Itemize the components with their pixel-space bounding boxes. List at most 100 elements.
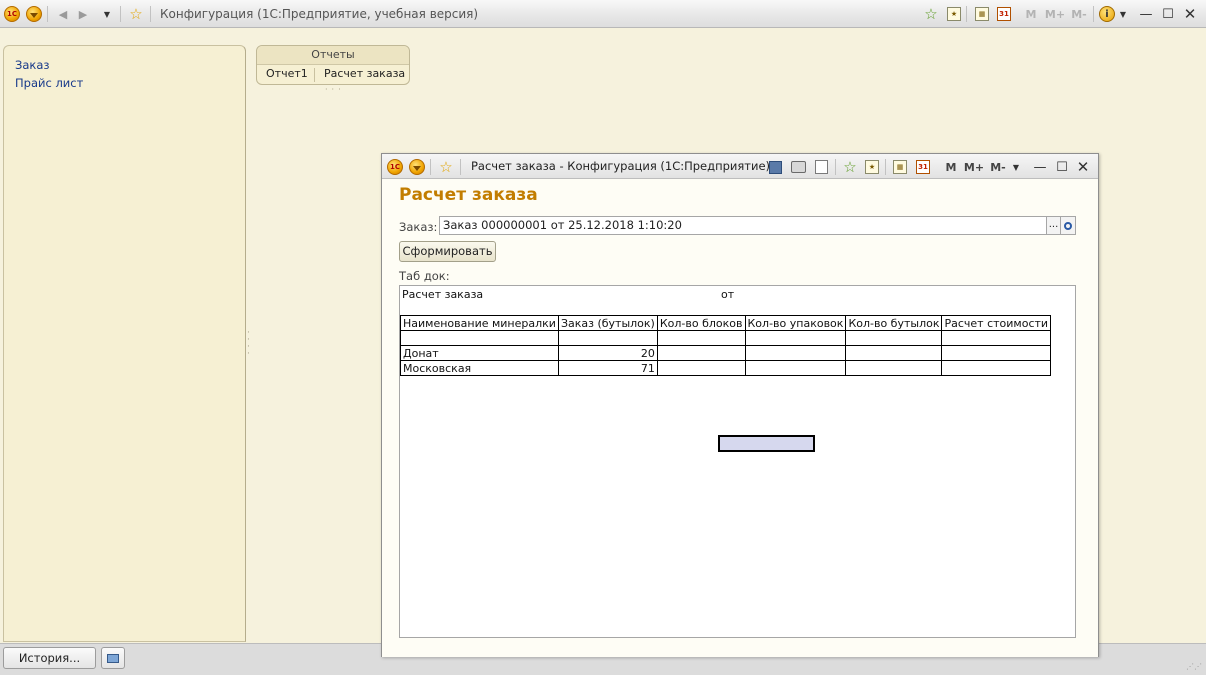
child-minimize-button[interactable]: — [1031,158,1049,176]
spreadsheet-label: Таб док: [399,269,450,283]
report-form: Расчет заказа Заказ: Заказ 000000001 от … [382,179,1098,657]
forward-arrow-icon: ▶ [78,7,88,21]
child-memory-m-button[interactable]: M [942,158,960,176]
child-memory-plus-button[interactable]: M+ [963,158,985,176]
toolbar-separator [150,6,151,22]
maximize-button[interactable]: ☐ [1159,5,1177,23]
close-button[interactable]: ✕ [1181,5,1199,23]
report-link-report1[interactable]: Отчет1 [266,67,308,80]
toolbar-separator [460,159,461,175]
print-button[interactable] [789,158,807,176]
sidebar-item-price-list[interactable]: Прайс лист [15,76,83,90]
column-header[interactable]: Заказ (бутылок) [557,315,658,331]
toolbar-separator [885,159,886,175]
table-cell[interactable] [400,330,559,346]
table-cell[interactable]: Донат [400,345,559,361]
child-close-button[interactable]: ✕ [1074,158,1092,176]
panel-splitter[interactable]: · · · · [247,329,250,359]
table-cell[interactable] [656,345,746,361]
table-cell[interactable] [941,345,1052,361]
report-link-order-calc[interactable]: Расчет заказа [324,67,405,80]
report-from-label: от [721,288,735,301]
column-header[interactable]: Расчет стоимости [941,315,1052,331]
memory-m-button[interactable]: M [1022,5,1040,23]
sections-panel: Заказ Прайс лист [3,45,246,642]
column-header[interactable]: Кол-во блоков [656,315,746,331]
toolbar-separator [120,6,121,22]
favorites-button[interactable]: ☆ [127,5,145,23]
info-button[interactable]: i [1098,5,1116,23]
child-menu-button[interactable] [408,158,426,176]
table-cell[interactable] [941,360,1052,376]
forward-button[interactable]: ▶ [74,5,92,23]
child-logo-icon[interactable]: 1С [386,158,404,176]
history-button[interactable]: История... [3,647,96,669]
add-favorite-button[interactable]: ☆ [922,5,940,23]
generate-button[interactable]: Сформировать [399,241,496,262]
favorites-list-button[interactable]: ★ [945,5,963,23]
history-dropdown-button[interactable]: ▼ [98,5,116,23]
table-row: Донат 20 [400,345,1052,361]
star-icon: ☆ [439,157,453,176]
chevron-down-icon: ▼ [1012,162,1020,172]
child-add-favorite-button[interactable]: ☆ [841,158,859,176]
table-cell[interactable]: 71 [557,360,658,376]
table-cell[interactable] [744,360,847,376]
spreadsheet-document[interactable]: Расчет заказа от Наименование минералки … [399,285,1076,638]
minimize-button[interactable]: — [1137,5,1155,23]
search-icon [1064,221,1072,230]
order-input[interactable]: Заказ 000000001 от 25.12.2018 1:10:20 [439,216,1047,235]
table-cell[interactable] [744,330,847,346]
table-cell[interactable] [744,345,847,361]
print-icon [790,161,806,173]
table-cell[interactable]: Московская [400,360,559,376]
chevron-down-icon: ▼ [1119,9,1127,19]
window-title: Конфигурация (1С:Предприятие, учебная ве… [160,7,479,21]
save-button[interactable] [766,158,784,176]
app-logo-icon[interactable]: 1С [3,5,21,23]
table-cell[interactable] [656,330,746,346]
table-cell[interactable] [941,330,1052,346]
table-cell[interactable]: 20 [557,345,658,361]
table-cell[interactable] [845,360,943,376]
back-arrow-icon: ◀ [58,7,68,21]
table-cell[interactable] [557,330,658,346]
preview-icon [814,160,828,174]
column-header[interactable]: Кол-во бутылок [845,315,943,331]
save-icon [768,160,782,174]
child-favorites-button[interactable]: ☆ [437,158,455,176]
table-cell[interactable] [845,330,943,346]
memory-plus-button[interactable]: M+ [1044,5,1066,23]
calculator-icon: ▦ [893,160,907,174]
child-more-dropdown-button[interactable]: ▼ [1010,158,1022,176]
table-row: Московская 71 [400,360,1052,376]
menu-dropdown-icon [26,6,42,22]
calendar-button[interactable]: 31 [995,5,1013,23]
selected-cell[interactable] [718,435,815,452]
column-header[interactable]: Наименование минералки [400,315,559,331]
resize-grip-icon[interactable]: ⋰⋰ [1186,662,1202,671]
calculator-button[interactable]: ▦ [973,5,991,23]
order-select-button[interactable]: ... [1046,216,1061,235]
child-favorites-list-button[interactable]: ★ [863,158,881,176]
star-arrow-icon: ☆ [843,157,857,176]
column-header[interactable]: Кол-во упаковок [744,315,847,331]
info-dropdown-button[interactable]: ▼ [1117,5,1129,23]
child-memory-minus-button[interactable]: M- [987,158,1009,176]
memory-minus-button[interactable]: M- [1068,5,1090,23]
chevron-down-icon: ▼ [103,9,111,19]
child-calculator-button[interactable]: ▦ [891,158,909,176]
child-maximize-button[interactable]: ☐ [1053,158,1071,176]
back-button[interactable]: ◀ [54,5,72,23]
table-cell[interactable] [845,345,943,361]
order-open-button[interactable] [1060,216,1076,235]
reports-splitter[interactable]: ··· [325,85,345,94]
sidebar-item-order[interactable]: Заказ [15,58,50,72]
report-window-title: Расчет заказа - Конфигурация (1С:Предпри… [471,159,771,173]
print-preview-button[interactable] [812,158,830,176]
windows-button[interactable] [101,647,125,669]
main-menu-button[interactable] [25,5,43,23]
table-cell[interactable] [656,360,746,376]
child-calendar-button[interactable]: 31 [914,158,932,176]
table-row [400,330,1052,346]
